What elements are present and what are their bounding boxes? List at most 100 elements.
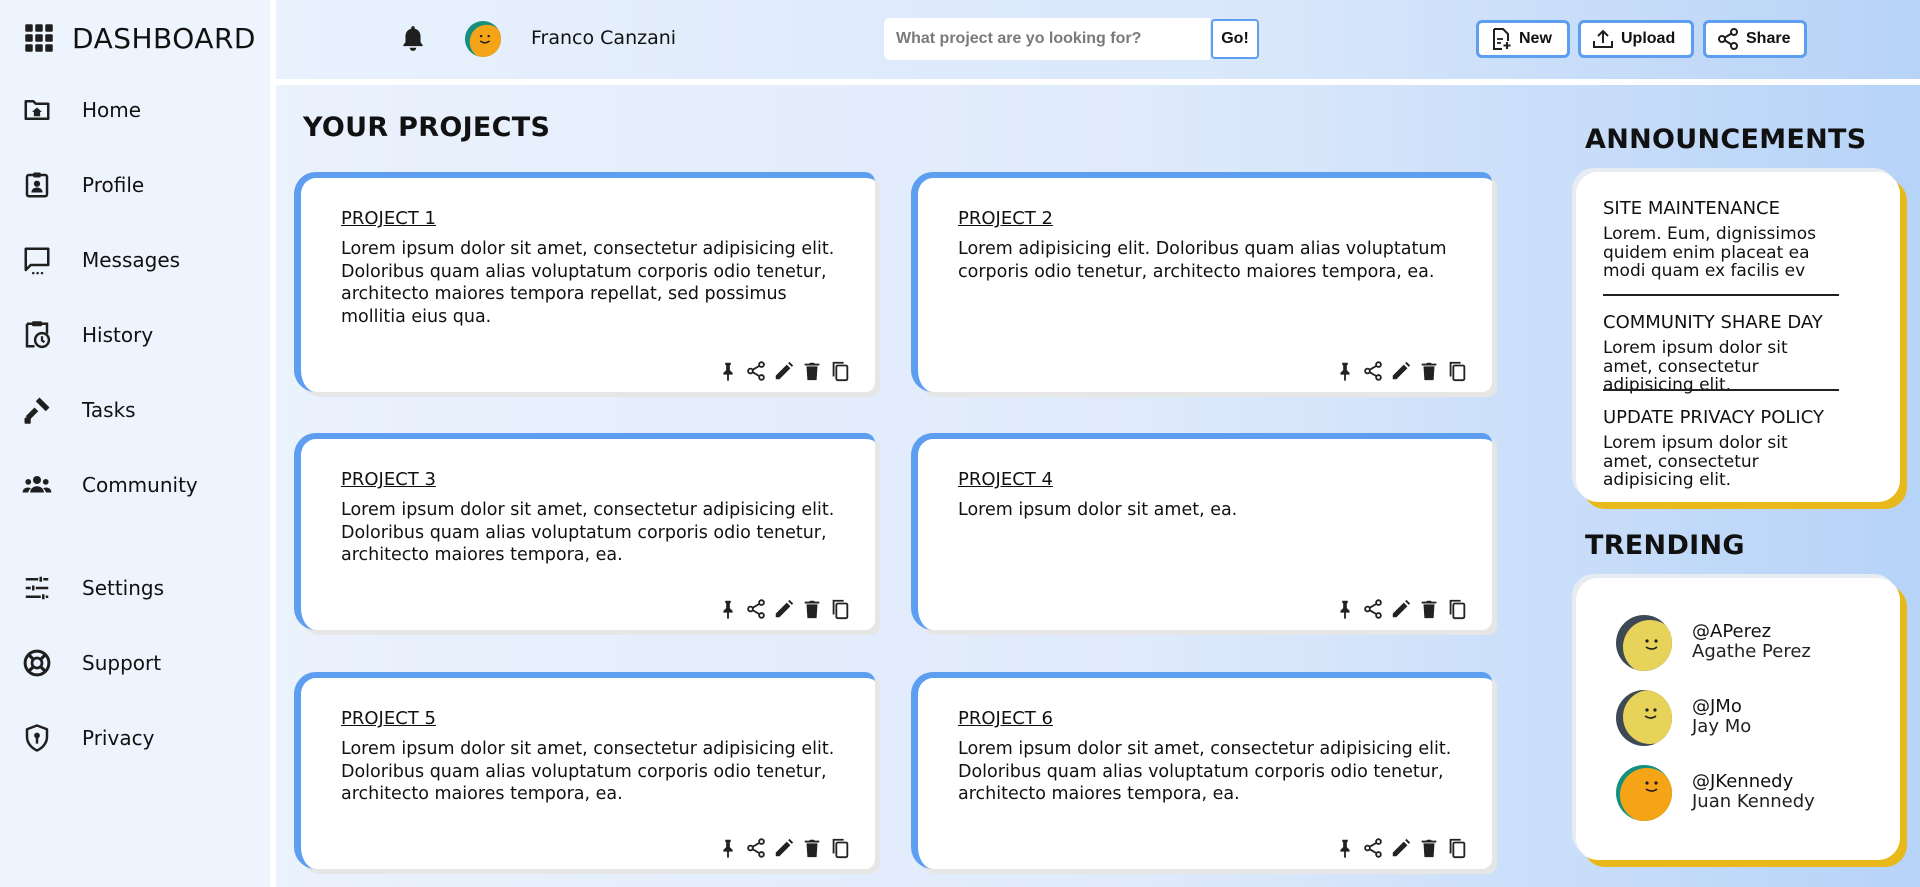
sidebar-item-community[interactable]: Community <box>22 467 198 503</box>
share-icon[interactable] <box>745 598 767 620</box>
announcement-text: Lorem ipsum dolor sit amet, consectetur … <box>1603 433 1788 490</box>
tasks-icon <box>24 397 50 424</box>
delete-icon[interactable] <box>1418 360 1440 382</box>
sidebar-item-label: History <box>82 323 154 347</box>
project-title[interactable]: PROJECT 2 <box>958 208 1053 229</box>
trending-name: Jay Mo <box>1692 716 1752 737</box>
sidebar-item-tasks[interactable]: Tasks <box>22 392 136 428</box>
apps-grid-icon <box>25 24 53 52</box>
copy-icon[interactable] <box>829 598 851 620</box>
edit-icon[interactable] <box>773 360 795 382</box>
project-actions <box>717 837 851 859</box>
upload-button-label: Upload <box>1621 30 1676 47</box>
project-actions <box>1334 360 1468 382</box>
brand[interactable]: DASHBOARD <box>24 20 256 56</box>
project-card-2[interactable]: PROJECT 2 Lorem adipisicing elit. Dolori… <box>911 172 1492 392</box>
share-icon[interactable] <box>1362 598 1384 620</box>
pin-icon[interactable] <box>717 598 739 620</box>
trending-handle: @JMo <box>1692 696 1742 717</box>
share-button[interactable]: Share <box>1703 20 1807 58</box>
announcements-title: ANNOUNCEMENTS <box>1585 124 1867 155</box>
share-icon <box>1718 28 1738 50</box>
project-description: Lorem ipsum dolor sit amet, consectetur … <box>958 739 1452 804</box>
search-input[interactable] <box>884 18 1210 60</box>
project-card-4[interactable]: PROJECT 4 Lorem ipsum dolor sit amet, ea… <box>911 433 1492 630</box>
sidebar-item-label: Privacy <box>82 726 155 750</box>
share-icon[interactable] <box>745 360 767 382</box>
sidebar-item-label: Support <box>82 651 162 675</box>
trending-user[interactable]: @APerez Agathe Perez <box>1616 615 1811 671</box>
project-card-5[interactable]: PROJECT 5 Lorem ipsum dolor sit amet, co… <box>294 672 875 869</box>
project-title[interactable]: PROJECT 4 <box>958 469 1053 490</box>
announcement-title: COMMUNITY SHARE DAY <box>1603 312 1823 333</box>
sidebar: DASHBOARD Home Profile Messages History … <box>0 0 270 887</box>
delete-icon[interactable] <box>1418 837 1440 859</box>
sidebar-item-messages[interactable]: Messages <box>22 242 180 278</box>
announcements-panel: SITE MAINTENANCE Lorem. Eum, dignissimos… <box>1576 172 1900 502</box>
announcement-title: SITE MAINTENANCE <box>1603 198 1780 219</box>
edit-icon[interactable] <box>1390 837 1412 859</box>
project-card-6[interactable]: PROJECT 6 Lorem ipsum dolor sit amet, co… <box>911 672 1492 869</box>
brand-title: DASHBOARD <box>72 21 256 55</box>
project-card-3[interactable]: PROJECT 3 Lorem ipsum dolor sit amet, co… <box>294 433 875 630</box>
search-go-button[interactable]: Go! <box>1211 19 1259 59</box>
project-description: Lorem ipsum dolor sit amet, ea. <box>958 500 1238 520</box>
announcement-title: UPDATE PRIVACY POLICY <box>1603 407 1824 428</box>
project-card-1[interactable]: PROJECT 1 Lorem ipsum dolor sit amet, co… <box>294 172 875 392</box>
trending-user[interactable]: @JKennedy Juan Kennedy <box>1616 765 1815 821</box>
support-icon <box>23 649 51 677</box>
announcement-item[interactable]: SITE MAINTENANCE Lorem. Eum, dignissimos… <box>1603 198 1839 281</box>
copy-icon[interactable] <box>829 837 851 859</box>
delete-icon[interactable] <box>801 360 823 382</box>
copy-icon[interactable] <box>829 360 851 382</box>
project-title[interactable]: PROJECT 3 <box>341 469 436 490</box>
copy-icon[interactable] <box>1446 360 1468 382</box>
user-name: Franco Canzani <box>531 27 677 49</box>
delete-icon[interactable] <box>801 837 823 859</box>
sidebar-item-label: Messages <box>82 248 181 272</box>
sidebar-item-history[interactable]: History <box>22 317 153 353</box>
copy-icon[interactable] <box>1446 598 1468 620</box>
new-button[interactable]: New <box>1476 20 1570 58</box>
sidebar-item-label: Home <box>82 98 142 122</box>
sidebar-item-label: Community <box>82 473 198 497</box>
profile-icon <box>25 172 49 198</box>
edit-icon[interactable] <box>773 837 795 859</box>
trending-title: TRENDING <box>1585 530 1745 561</box>
sidebar-item-profile[interactable]: Profile <box>22 167 144 203</box>
sidebar-item-support[interactable]: Support <box>22 645 161 681</box>
project-title[interactable]: PROJECT 6 <box>958 708 1053 729</box>
sidebar-item-settings[interactable]: Settings <box>22 570 164 606</box>
pin-icon[interactable] <box>717 837 739 859</box>
announcement-item[interactable]: COMMUNITY SHARE DAY Lorem ipsum dolor si… <box>1603 312 1839 395</box>
trending-name: Juan Kennedy <box>1692 791 1815 812</box>
delete-icon[interactable] <box>1418 598 1440 620</box>
trending-user[interactable]: @JMo Jay Mo <box>1616 690 1751 746</box>
pin-icon[interactable] <box>1334 598 1356 620</box>
upload-button[interactable]: Upload <box>1578 20 1694 58</box>
copy-icon[interactable] <box>1446 837 1468 859</box>
delete-icon[interactable] <box>801 598 823 620</box>
user-avatar[interactable] <box>464 20 502 58</box>
sidebar-item-label: Settings <box>82 576 165 600</box>
sidebar-item-privacy[interactable]: Privacy <box>22 720 154 756</box>
pin-icon[interactable] <box>1334 360 1356 382</box>
pin-icon[interactable] <box>717 360 739 382</box>
privacy-icon <box>25 724 49 752</box>
pin-icon[interactable] <box>1334 837 1356 859</box>
home-folder-icon <box>24 100 50 120</box>
share-icon[interactable] <box>1362 837 1384 859</box>
notification-bell-icon[interactable] <box>400 24 426 52</box>
edit-icon[interactable] <box>1390 360 1412 382</box>
project-title[interactable]: PROJECT 5 <box>341 708 436 729</box>
avatar <box>1616 615 1672 671</box>
edit-icon[interactable] <box>773 598 795 620</box>
sidebar-item-home[interactable]: Home <box>22 92 141 128</box>
edit-icon[interactable] <box>1390 598 1412 620</box>
upload-icon <box>1593 29 1613 48</box>
project-title[interactable]: PROJECT 1 <box>341 208 436 229</box>
share-button-label: Share <box>1746 30 1791 47</box>
share-icon[interactable] <box>745 837 767 859</box>
announcement-item[interactable]: UPDATE PRIVACY POLICY Lorem ipsum dolor … <box>1603 407 1839 490</box>
share-icon[interactable] <box>1362 360 1384 382</box>
